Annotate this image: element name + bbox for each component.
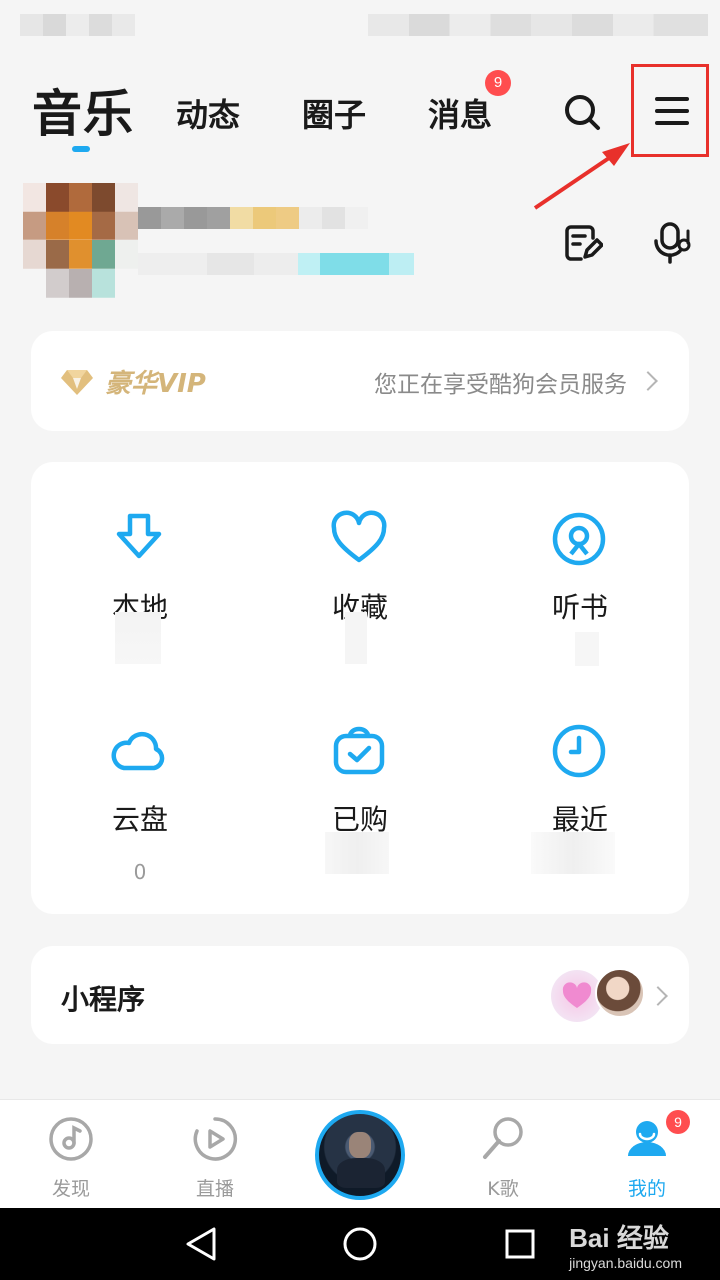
bottom-nav: 发现 直播 K歌 我的 9 [0, 1099, 720, 1208]
chevron-right-icon [638, 371, 658, 391]
watermark-main: Bai 经验 [569, 1223, 669, 1253]
vip-banner[interactable]: 豪华VIP 您正在享受酷狗会员服务 [31, 331, 689, 431]
live-play-icon [193, 1117, 238, 1161]
watermark-sub: jingyan.baidu.com [569, 1255, 682, 1271]
edit-note-icon[interactable] [563, 223, 604, 267]
grid-item-recent[interactable]: 最近 [495, 674, 665, 844]
recents-icon[interactable] [504, 1228, 536, 1264]
cloud-icon [111, 731, 165, 771]
profile-header[interactable] [0, 175, 720, 305]
clock-icon [552, 724, 606, 778]
grid-label-audiobook: 听书 [551, 591, 608, 624]
local-count-blur [115, 612, 161, 664]
nav-live[interactable]: 直播 [160, 1104, 270, 1204]
vip-label: 豪华VIP [105, 369, 206, 399]
mini-program-title: 小程序 [61, 983, 146, 1016]
grid-item-audiobook[interactable]: 听书 [495, 462, 665, 632]
avatar[interactable] [23, 183, 138, 298]
back-icon[interactable] [184, 1226, 218, 1266]
discover-music-icon [49, 1117, 93, 1161]
user-level-blur [138, 253, 414, 275]
grid-item-favorites[interactable]: 收藏 [275, 462, 445, 632]
grid-item-cloud[interactable]: 云盘 0 [55, 674, 225, 884]
audiobook-icon [552, 512, 606, 566]
audiobook-count-blur [575, 632, 599, 666]
system-nav-bar: Bai 经验 jingyan.baidu.com [0, 1208, 720, 1280]
heart-icon [331, 510, 387, 563]
profile-badge: 9 [666, 1110, 690, 1134]
microphone-icon [483, 1117, 523, 1159]
nav-label-discover: 发现 [51, 1178, 90, 1200]
chevron-right-icon [648, 986, 668, 1006]
nav-label-profile: 我的 [627, 1178, 666, 1200]
grid-item-local[interactable]: 本地 [55, 462, 225, 632]
download-icon [116, 513, 162, 559]
cover-figure [349, 1132, 371, 1158]
grid-item-purchased[interactable]: 已购 [275, 674, 445, 844]
cover-body [337, 1158, 385, 1188]
now-playing-cover[interactable] [315, 1110, 405, 1200]
nav-karaoke[interactable]: K歌 [448, 1104, 558, 1204]
podcast-mic-icon[interactable] [652, 221, 692, 269]
purchased-count-blur [325, 832, 389, 874]
vip-description: 您正在享受酷狗会员服务 [374, 372, 627, 398]
favorites-count-blur [345, 612, 367, 664]
vip-logo: 豪华VIP [59, 363, 206, 400]
mini-program-row[interactable]: 小程序 [31, 946, 689, 1044]
username-blur [138, 207, 368, 229]
baidu-watermark: Bai 经验 jingyan.baidu.com [569, 1218, 682, 1271]
cloud-count: 0 [133, 860, 147, 884]
shortcut-grid: 本地 收藏 听书 云盘 0 已购 最近 [31, 462, 689, 914]
purchased-bag-icon [333, 726, 385, 775]
grid-label-cloud: 云盘 [111, 803, 168, 836]
nav-label-live: 直播 [195, 1178, 234, 1200]
home-icon[interactable] [342, 1226, 378, 1266]
mini-program-avatar [595, 968, 645, 1018]
nav-label-karaoke: K歌 [487, 1178, 519, 1200]
diamond-icon [61, 369, 93, 395]
nav-discover[interactable]: 发现 [16, 1104, 126, 1204]
recent-count-blur [531, 832, 615, 874]
